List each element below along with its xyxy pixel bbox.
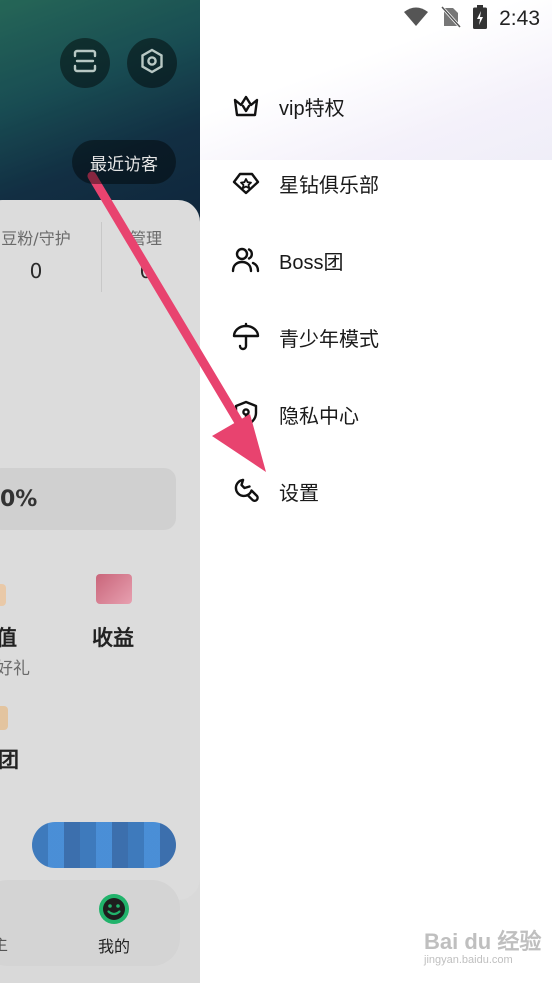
- tab-home-partial[interactable]: 主: [0, 893, 8, 954]
- profile-card: [0, 200, 200, 900]
- grid-item-recharge-label[interactable]: 值: [0, 622, 17, 652]
- shield-icon: [230, 398, 262, 430]
- stat-manage-label: 管理: [129, 229, 162, 248]
- scan-button[interactable]: [60, 38, 110, 88]
- side-drawer: 2:43 vip特权 星钻俱乐部 Boss团 青少年模式 隐私中心 设置: [200, 0, 552, 983]
- stat-fans-label: 豆粉/守护: [1, 229, 71, 248]
- menu-item-settings-label: 设置: [279, 482, 319, 505]
- tab-home-partial-label: 主: [0, 935, 9, 954]
- recharge-icon: [0, 584, 6, 606]
- stat-manage[interactable]: 管理 0: [124, 225, 168, 283]
- diamond-icon: [230, 167, 262, 199]
- umbrella-icon: [230, 321, 262, 353]
- profile-page-dimmed: 最近访客 豆粉/守护 0 管理 0 0% 值 好礼 收益 团 主 我的: [0, 0, 200, 983]
- menu-item-star-diamond-club[interactable]: 星钻俱乐部: [230, 163, 530, 203]
- status-time: 2:43: [499, 7, 540, 30]
- wifi-icon: [403, 7, 429, 31]
- stat-fans-value: 0: [29, 259, 43, 283]
- tab-mine[interactable]: 我的: [94, 893, 134, 957]
- stat-divider: [101, 222, 102, 292]
- stat-manage-value: 0: [139, 259, 153, 283]
- menu-item-boss-group-label: Boss团: [279, 251, 344, 274]
- menu-item-privacy-center-label: 隐私中心: [279, 405, 359, 428]
- menu-item-privacy-center[interactable]: 隐私中心: [230, 394, 530, 434]
- menu-item-teen-mode[interactable]: 青少年模式: [230, 317, 530, 357]
- grid-item-earnings-label[interactable]: 收益: [92, 622, 134, 652]
- level-progress-text: 0%: [0, 486, 38, 512]
- menu-item-settings[interactable]: 设置: [230, 471, 530, 511]
- wrench-icon: [230, 475, 262, 507]
- tab-mine-label: 我的: [97, 937, 130, 956]
- scan-icon: [72, 48, 98, 78]
- crown-icon: [230, 90, 262, 122]
- grid-item-group-label[interactable]: 团: [0, 744, 19, 774]
- menu-item-teen-mode-label: 青少年模式: [279, 328, 379, 351]
- menu-item-vip-label: vip特权: [279, 97, 345, 120]
- profile-header-background: [0, 0, 200, 230]
- status-bar: 2:43: [403, 5, 540, 33]
- grid-item-recharge-sub: 好礼: [0, 659, 30, 679]
- level-progress-banner[interactable]: 0%: [0, 468, 176, 530]
- menu-item-vip[interactable]: vip特权: [230, 86, 530, 126]
- group-icon: [0, 706, 8, 730]
- menu-item-boss-group[interactable]: Boss团: [230, 240, 530, 280]
- watermark-main-text: Bai du 经验: [424, 929, 542, 954]
- smiley-icon: [98, 894, 130, 929]
- hexagon-settings-icon: [139, 48, 165, 78]
- baidu-jingyan-watermark: Bai du 经验 jingyan.baidu.com: [424, 924, 541, 966]
- users-icon: [230, 244, 262, 276]
- no-sim-icon: [441, 5, 462, 32]
- earnings-icon: [96, 574, 132, 604]
- settings-shortcut-button[interactable]: [127, 38, 177, 88]
- promo-button-pixelated[interactable]: [32, 822, 176, 868]
- recent-visitors-label: 最近访客: [90, 154, 158, 175]
- battery-charging-icon: [473, 5, 488, 33]
- menu-item-star-diamond-club-label: 星钻俱乐部: [279, 174, 379, 197]
- recent-visitors-button[interactable]: 最近访客: [72, 140, 176, 184]
- bottom-nav: [0, 880, 180, 966]
- stat-fans[interactable]: 豆粉/守护 0: [0, 225, 78, 283]
